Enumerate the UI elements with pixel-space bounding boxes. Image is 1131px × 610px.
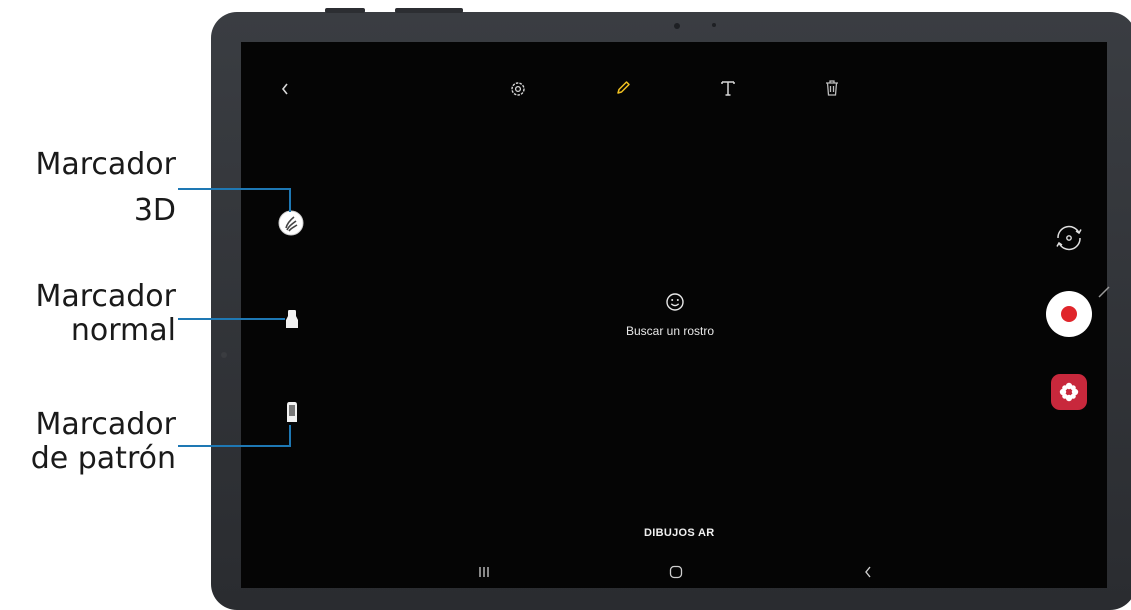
callout-pattern-line2: de patrón bbox=[30, 441, 176, 476]
leader-normal bbox=[178, 318, 285, 320]
text-icon[interactable] bbox=[717, 78, 739, 98]
leader-pattern-h bbox=[178, 445, 290, 447]
front-camera bbox=[674, 23, 680, 29]
mode-label[interactable]: DIBUJOS AR bbox=[644, 527, 714, 539]
camera-screen bbox=[241, 42, 1107, 588]
leader-3d-h bbox=[178, 188, 290, 190]
leader-3d-v bbox=[289, 188, 291, 212]
tablet-volume-button bbox=[325, 8, 365, 13]
callout-normal-marker: Marcador normal bbox=[11, 280, 176, 348]
callout-normal-line1: Marcador bbox=[35, 279, 176, 314]
leader-pattern-v bbox=[289, 425, 291, 447]
callout-normal-line2: normal bbox=[70, 313, 176, 348]
record-button[interactable] bbox=[1046, 291, 1092, 337]
callout-3d-line1: Marcador bbox=[35, 147, 176, 182]
sticker-flower-icon bbox=[1059, 382, 1079, 402]
marker-3d-button[interactable] bbox=[277, 209, 305, 237]
recents-icon[interactable] bbox=[474, 563, 494, 581]
back-icon[interactable] bbox=[276, 80, 294, 98]
home-icon[interactable] bbox=[666, 563, 686, 581]
switch-camera-icon[interactable] bbox=[1052, 223, 1086, 253]
callout-pattern-marker: Marcador de patrón bbox=[11, 408, 176, 476]
edge-panel-handle[interactable] bbox=[1095, 283, 1113, 301]
tablet-power-button bbox=[395, 8, 463, 13]
trash-icon[interactable] bbox=[822, 78, 842, 98]
callout-3d-line2: 3D bbox=[133, 193, 176, 228]
face-search-text: Buscar un rostro bbox=[626, 324, 715, 338]
callout-3d-marker: Marcador 3D bbox=[11, 148, 176, 228]
nav-back-icon[interactable] bbox=[858, 563, 878, 581]
callout-pattern-line1: Marcador bbox=[35, 407, 176, 442]
sensor-dot bbox=[712, 23, 716, 27]
record-dot-icon bbox=[1061, 306, 1077, 322]
settings-icon[interactable] bbox=[508, 79, 528, 99]
sticker-button[interactable] bbox=[1051, 374, 1087, 410]
face-icon bbox=[664, 291, 686, 313]
marker-pattern-button[interactable] bbox=[284, 399, 300, 425]
side-sensor bbox=[221, 352, 227, 358]
pencil-icon[interactable] bbox=[613, 78, 633, 98]
marker-normal-button[interactable] bbox=[284, 307, 300, 331]
